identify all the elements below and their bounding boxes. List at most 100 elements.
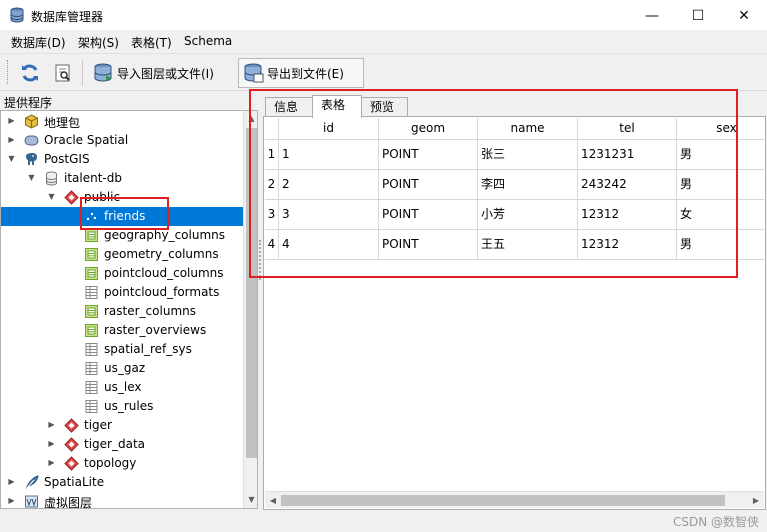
schema-icon <box>64 190 79 205</box>
table-hscroll-thumb[interactable] <box>281 495 725 506</box>
row-header[interactable]: 2 <box>265 170 279 200</box>
table-cell-id[interactable]: 1 <box>279 140 379 170</box>
table-cell-id[interactable]: 2 <box>279 170 379 200</box>
scroll-down-icon[interactable]: ▼ <box>244 492 257 508</box>
row-header[interactable]: 3 <box>265 200 279 230</box>
table-cell-id[interactable]: 4 <box>279 230 379 260</box>
scroll-left-icon[interactable]: ◀ <box>265 492 281 509</box>
maximize-button[interactable]: ☐ <box>675 0 721 31</box>
collapse-arrow-icon[interactable]: ▶ <box>47 420 56 431</box>
tree-scroll-thumb[interactable] <box>246 128 257 458</box>
tree-item-label: tiger <box>84 418 112 432</box>
column-header-geom[interactable]: geom <box>379 118 478 140</box>
database-app-icon <box>10 7 24 23</box>
table-cell-tel[interactable]: 12312 <box>578 230 677 260</box>
tree-item-label: pointcloud_columns <box>104 266 224 280</box>
menu-table[interactable]: 表格(T) <box>131 34 172 51</box>
oracle-icon <box>24 133 39 148</box>
menu-database[interactable]: 数据库(D) <box>11 34 66 51</box>
tree-item-oracle-spatial[interactable]: ▶ Oracle Spatial <box>1 131 243 150</box>
tree-item-public[interactable]: ▼ public <box>1 188 243 207</box>
collapse-arrow-icon[interactable]: ▶ <box>7 496 16 507</box>
row-header[interactable]: 4 <box>265 230 279 260</box>
scroll-up-icon[interactable]: ▲ <box>244 111 257 127</box>
tree-item-raster-overviews[interactable]: raster_overviews <box>1 321 243 340</box>
scroll-right-icon[interactable]: ▶ <box>748 492 764 509</box>
expand-arrow-icon[interactable]: ▼ <box>47 192 56 203</box>
expand-arrow-icon[interactable]: ▼ <box>7 154 16 165</box>
tree-item-geometry-columns[interactable]: geometry_columns <box>1 245 243 264</box>
column-header-name[interactable]: name <box>478 118 578 140</box>
tree-item-spatial-ref-sys[interactable]: spatial_ref_sys <box>1 340 243 359</box>
tree-scrollbar[interactable]: ▲ ▼ <box>243 111 257 508</box>
database-icon <box>44 171 59 186</box>
expand-arrow-icon[interactable]: ▼ <box>27 173 36 184</box>
table-cell-tel[interactable]: 1231231 <box>578 140 677 170</box>
tree-item-pointcloud-formats[interactable]: pointcloud_formats <box>1 283 243 302</box>
collapse-arrow-icon[interactable]: ▶ <box>7 135 16 146</box>
table-cell-name[interactable]: 李四 <box>478 170 578 200</box>
tree-item-tiger-data[interactable]: ▶ tiger_data <box>1 435 243 454</box>
import-layer-button[interactable]: 导入图层或文件(I) <box>88 58 228 88</box>
title-bar: 数据库管理器 — ☐ ✕ <box>0 0 767 31</box>
menu-schema[interactable]: 架构(S) <box>78 34 119 51</box>
column-header-sex[interactable]: sex <box>677 118 764 140</box>
toolbar-grip[interactable] <box>7 60 10 84</box>
column-header-tel[interactable]: tel <box>578 118 677 140</box>
table-cell-tel[interactable]: 12312 <box>578 200 677 230</box>
tree-item-friends[interactable]: friends <box>1 207 243 226</box>
tree-item-tiger[interactable]: ▶ tiger <box>1 416 243 435</box>
tree-item-0[interactable]: ▶ 地理包 <box>1 112 243 131</box>
table-cell-sex[interactable]: 男 <box>677 140 764 170</box>
table-corner[interactable] <box>265 118 279 140</box>
table-cell-id[interactable]: 3 <box>279 200 379 230</box>
table-cell-geom[interactable]: POINT <box>379 170 478 200</box>
tree-item-italent-db[interactable]: ▼ italent-db <box>1 169 243 188</box>
tree-item-spatialite[interactable]: ▶ SpatiaLite <box>1 473 243 492</box>
table-cell-sex[interactable]: 男 <box>677 170 764 200</box>
row-header[interactable]: 1 <box>265 140 279 170</box>
plain-table-icon <box>84 361 99 376</box>
tab-preview[interactable]: 预览 <box>361 97 408 117</box>
collapse-arrow-icon[interactable]: ▶ <box>7 477 16 488</box>
table-cell-name[interactable]: 张三 <box>478 140 578 170</box>
tree-item-pointcloud-columns[interactable]: pointcloud_columns <box>1 264 243 283</box>
table-cell-name[interactable]: 王五 <box>478 230 578 260</box>
collapse-arrow-icon[interactable]: ▶ <box>7 116 16 127</box>
tab-table[interactable]: 表格 <box>312 95 362 118</box>
refresh-button[interactable] <box>16 58 44 88</box>
tree-item-us-rules[interactable]: us_rules <box>1 397 243 416</box>
table-cell-tel[interactable]: 243242 <box>578 170 677 200</box>
tree-item-label: tiger_data <box>84 437 146 451</box>
table-cell-sex[interactable]: 女 <box>677 200 764 230</box>
tree-item-label: 地理包 <box>44 116 81 130</box>
tree-item-topology[interactable]: ▶ topology <box>1 454 243 473</box>
table-cell-name[interactable]: 小芳 <box>478 200 578 230</box>
tree-item-20[interactable]: ▶ 虚拟图层 <box>1 492 243 508</box>
table-cell-geom[interactable]: POINT <box>379 140 478 170</box>
minimize-button[interactable]: — <box>629 0 675 31</box>
close-button[interactable]: ✕ <box>721 0 767 31</box>
tree-item-postgis[interactable]: ▼ PostGIS <box>1 150 243 169</box>
provider-tree[interactable]: ▶ 地理包 ▶ Oracle Spatial ▼ PostGIS ▼ italent-db ▼ p… <box>0 110 258 509</box>
data-table[interactable]: id geom name tel sex 1 1 POINT 张三 1231231 男 2 2 POINT… <box>265 118 764 491</box>
feather-icon <box>24 475 39 490</box>
table-hscrollbar[interactable]: ◀ ▶ <box>265 491 764 508</box>
tab-info[interactable]: 信息 <box>265 97 314 117</box>
tree-item-us-lex[interactable]: us_lex <box>1 378 243 397</box>
collapse-arrow-icon[interactable]: ▶ <box>47 439 56 450</box>
status-bar: CSDN @数智侠 <box>0 510 767 532</box>
toolbar: 导入图层或文件(I) 导出到文件(E) <box>0 53 767 91</box>
tree-item-geography-columns[interactable]: geography_columns <box>1 226 243 245</box>
export-file-button[interactable]: 导出到文件(E) <box>238 58 364 88</box>
table-cell-geom[interactable]: POINT <box>379 230 478 260</box>
column-header-id[interactable]: id <box>279 118 379 140</box>
tree-item-raster-columns[interactable]: raster_columns <box>1 302 243 321</box>
menu-schema-en[interactable]: Schema <box>184 34 232 48</box>
table-cell-sex[interactable]: 男 <box>677 230 764 260</box>
tree-item-label: italent-db <box>64 171 122 185</box>
info-button[interactable] <box>50 58 76 88</box>
collapse-arrow-icon[interactable]: ▶ <box>47 458 56 469</box>
table-cell-geom[interactable]: POINT <box>379 200 478 230</box>
tree-item-us-gaz[interactable]: us_gaz <box>1 359 243 378</box>
